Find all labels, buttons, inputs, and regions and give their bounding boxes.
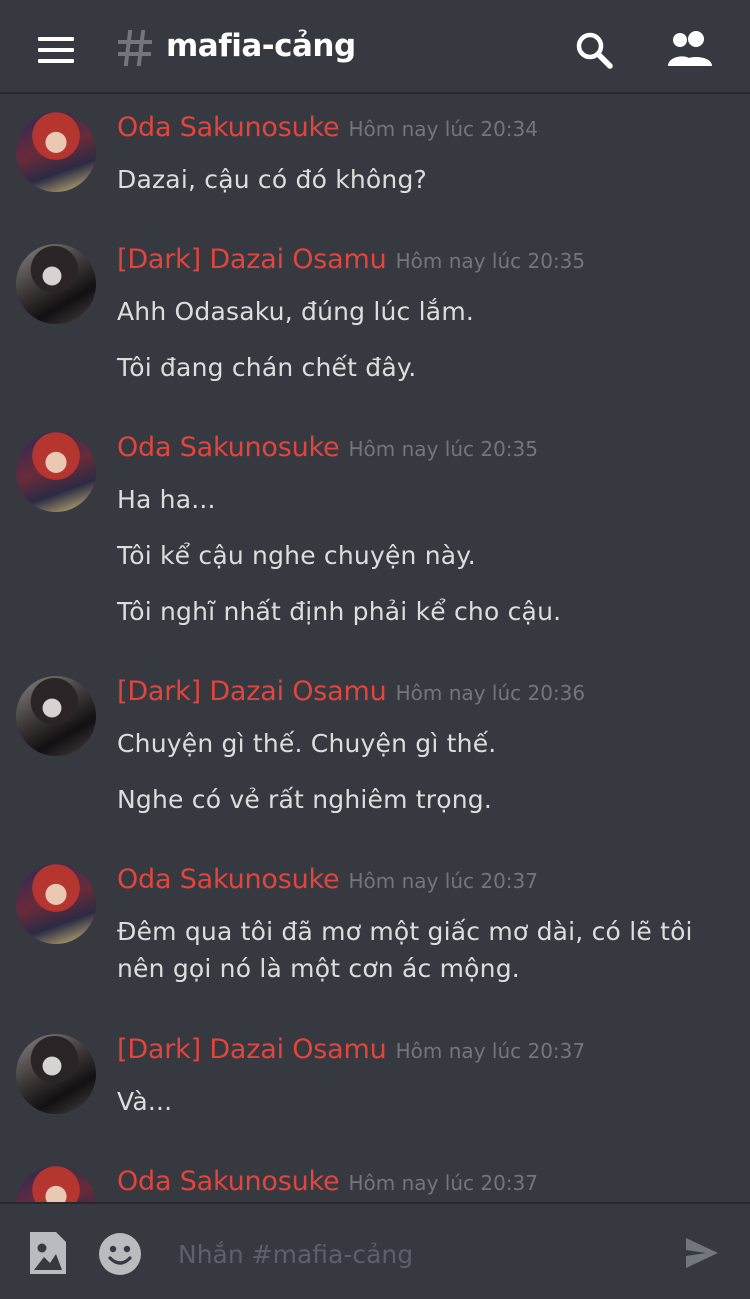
- search-icon[interactable]: [574, 30, 614, 70]
- message-input[interactable]: [178, 1234, 668, 1274]
- send-icon[interactable]: [684, 1236, 720, 1270]
- message-text: Và...: [117, 1087, 173, 1116]
- message-text: Chuyện gì thế. Chuyện gì thế.: [117, 729, 497, 758]
- timestamp: Hôm nay lúc 20:36: [395, 681, 586, 705]
- timestamp: Hôm nay lúc 20:37: [395, 1039, 586, 1063]
- avatar[interactable]: [16, 1034, 96, 1114]
- timestamp: Hôm nay lúc 20:35: [348, 437, 538, 461]
- channel-name: mafia-cảng: [166, 28, 356, 64]
- message-text: Tôi nghĩ nhất định phải kể cho cậu.: [117, 597, 562, 626]
- message-composer: [0, 1202, 750, 1299]
- avatar[interactable]: [16, 112, 96, 192]
- timestamp: Hôm nay lúc 20:37: [348, 1171, 538, 1195]
- image-upload-icon[interactable]: [28, 1230, 68, 1276]
- message-text: Tôi đang chán chết đây.: [117, 353, 417, 382]
- avatar[interactable]: [16, 1166, 96, 1202]
- message-text: Ahh Odasaku, đúng lúc lắm.: [117, 297, 475, 326]
- hamburger-menu-icon[interactable]: [38, 37, 74, 63]
- author-name[interactable]: Oda Sakunosuke: [117, 1166, 340, 1197]
- channel-header: mafia-cảng: [0, 0, 750, 94]
- author-name[interactable]: [Dark] Dazai Osamu: [117, 676, 387, 707]
- message-text: Ha ha...: [117, 485, 216, 514]
- author-name[interactable]: [Dark] Dazai Osamu: [117, 244, 387, 275]
- emoji-icon[interactable]: [98, 1232, 142, 1276]
- members-icon[interactable]: [666, 30, 714, 68]
- message-text: Dazai, cậu có đó không?: [117, 165, 428, 194]
- timestamp: Hôm nay lúc 20:35: [395, 249, 586, 273]
- message-text: Nghe có vẻ rất nghiêm trọng.: [117, 785, 493, 814]
- author-name[interactable]: Oda Sakunosuke: [117, 864, 340, 895]
- timestamp: Hôm nay lúc 20:34: [348, 117, 538, 141]
- avatar[interactable]: [16, 244, 96, 324]
- avatar[interactable]: [16, 676, 96, 756]
- message-text: nên gọi nó là một cơn ác mộng.: [117, 954, 520, 983]
- channel-hash-icon: [118, 30, 152, 66]
- message-list[interactable]: Oda Sakunosuke Hôm nay lúc 20:34 Dazai, …: [0, 96, 750, 1202]
- author-name[interactable]: [Dark] Dazai Osamu: [117, 1034, 387, 1065]
- author-name[interactable]: Oda Sakunosuke: [117, 432, 340, 463]
- avatar[interactable]: [16, 432, 96, 512]
- timestamp: Hôm nay lúc 20:37: [348, 869, 538, 893]
- message-text: Tôi kể cậu nghe chuyện này.: [117, 541, 476, 570]
- message-text: Đêm qua tôi đã mơ một giấc mơ dài, có lẽ…: [117, 917, 693, 946]
- avatar[interactable]: [16, 864, 96, 944]
- author-name[interactable]: Oda Sakunosuke: [117, 112, 340, 143]
